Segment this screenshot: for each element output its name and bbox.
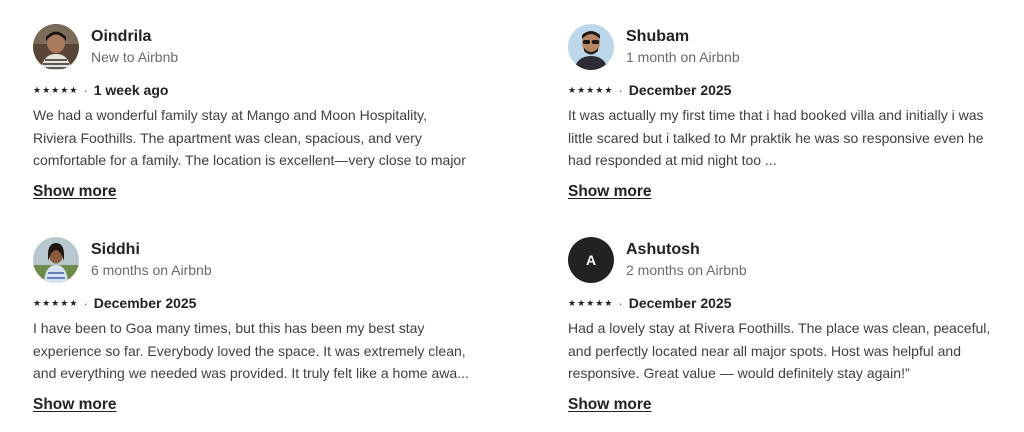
star-rating: ★ ★ ★ ★ ★ — [33, 297, 78, 308]
star-icon: ★ — [586, 84, 595, 95]
avatar[interactable]: A — [568, 237, 614, 283]
review-meta: ★ ★ ★ ★ ★ · December 2025 — [568, 81, 1008, 99]
review-card: Oindrila New to Airbnb ★ ★ ★ ★ ★ · 1 wee… — [33, 24, 473, 201]
reviews-grid: Oindrila New to Airbnb ★ ★ ★ ★ ★ · 1 wee… — [33, 24, 1013, 424]
star-icon: ★ — [568, 297, 577, 308]
review-date: December 2025 — [628, 295, 732, 311]
star-icon: ★ — [595, 84, 604, 95]
avatar[interactable] — [33, 24, 79, 70]
star-icon: ★ — [60, 84, 69, 95]
reviewer-name: Ashutosh — [626, 241, 700, 258]
review-meta: ★ ★ ★ ★ ★ · December 2025 — [33, 294, 473, 312]
star-icon: ★ — [577, 84, 586, 95]
star-icon: ★ — [604, 297, 613, 308]
star-icon: ★ — [33, 297, 42, 308]
star-icon: ★ — [69, 297, 78, 308]
reviewer-header: Oindrila New to Airbnb — [33, 24, 473, 70]
show-more-link[interactable]: Show more — [33, 396, 117, 414]
review-date: December 2025 — [628, 82, 732, 98]
reviewer-header: Shubam 1 month on Airbnb — [568, 24, 1008, 70]
avatar[interactable] — [568, 24, 614, 70]
avatar-initial: A — [585, 252, 597, 268]
review-text: Had a lovely stay at Rivera Foothills. T… — [568, 320, 991, 381]
reviewer-name: Siddhi — [91, 241, 140, 258]
reviewer-header: Siddhi 6 months on Airbnb — [33, 237, 473, 283]
avatar[interactable] — [33, 237, 79, 283]
star-rating: ★ ★ ★ ★ ★ — [33, 84, 78, 95]
show-more-link[interactable]: Show more — [568, 396, 652, 414]
star-rating: ★ ★ ★ ★ ★ — [568, 297, 613, 308]
star-icon: ★ — [42, 297, 51, 308]
star-rating: ★ ★ ★ ★ ★ — [568, 84, 613, 95]
review-date: 1 week ago — [93, 82, 169, 98]
star-icon: ★ — [604, 84, 613, 95]
star-icon: ★ — [33, 84, 42, 95]
separator: · — [618, 82, 623, 98]
show-more-link[interactable]: Show more — [33, 183, 117, 201]
show-more-link[interactable]: Show more — [568, 183, 652, 201]
review-meta: ★ ★ ★ ★ ★ · 1 week ago — [33, 81, 473, 99]
star-icon: ★ — [60, 297, 69, 308]
reviewer-tenure: 2 months on Airbnb — [626, 262, 747, 278]
review-text: We had a wonderful family stay at Mango … — [33, 107, 466, 168]
star-icon: ★ — [568, 84, 577, 95]
star-icon: ★ — [51, 297, 60, 308]
star-icon: ★ — [595, 297, 604, 308]
review-text: I have been to Goa many times, but this … — [33, 320, 469, 381]
reviewer-tenure: 1 month on Airbnb — [626, 49, 740, 65]
separator: · — [618, 295, 623, 311]
star-icon: ★ — [577, 297, 586, 308]
star-icon: ★ — [69, 84, 78, 95]
review-card: Shubam 1 month on Airbnb ★ ★ ★ ★ ★ · Dec… — [568, 24, 1008, 201]
separator: · — [83, 82, 88, 98]
star-icon: ★ — [51, 84, 60, 95]
star-icon: ★ — [42, 84, 51, 95]
separator: · — [83, 295, 88, 311]
reviewer-tenure: 6 months on Airbnb — [91, 262, 212, 278]
review-card: A Ashutosh 2 months on Airbnb ★ ★ ★ ★ ★ … — [568, 237, 1008, 414]
review-text: It was actually my first time that i had… — [568, 107, 984, 168]
reviewer-tenure: New to Airbnb — [91, 49, 179, 65]
reviewer-name: Shubam — [626, 28, 690, 45]
review-card: Siddhi 6 months on Airbnb ★ ★ ★ ★ ★ · De… — [33, 237, 473, 414]
review-date: December 2025 — [93, 295, 197, 311]
review-meta: ★ ★ ★ ★ ★ · December 2025 — [568, 294, 1008, 312]
reviewer-name: Oindrila — [91, 28, 152, 45]
star-icon: ★ — [586, 297, 595, 308]
reviewer-header: A Ashutosh 2 months on Airbnb — [568, 237, 1008, 283]
